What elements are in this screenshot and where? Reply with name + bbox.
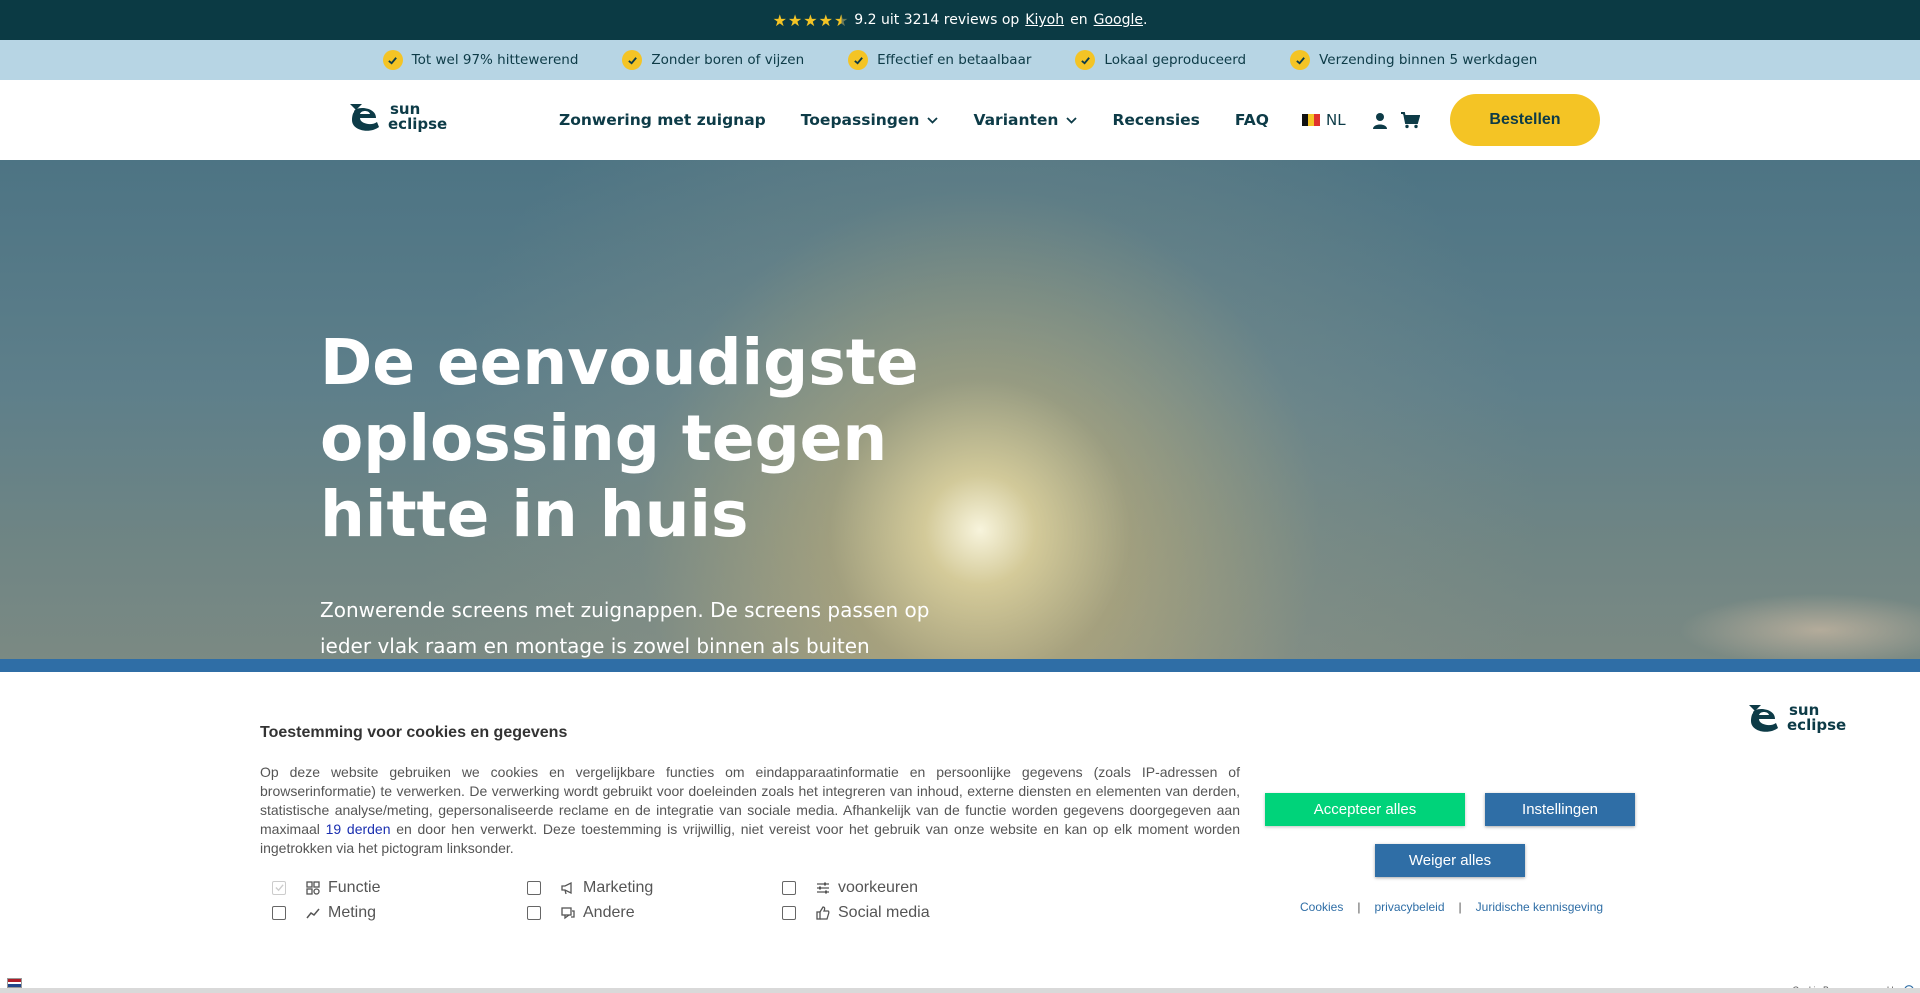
option-label: voorkeuren [838, 878, 919, 896]
logo-text-eclipse: eclipse [1787, 716, 1847, 734]
check-icon [622, 50, 643, 70]
usp-item: Zonder boren of vijzen [622, 50, 804, 70]
option-meting[interactable]: Meting [272, 904, 527, 921]
usp-label: Tot wel 97% hittewerend [411, 52, 579, 68]
check-icon [382, 50, 403, 70]
third-parties-link[interactable]: 19 derden [326, 821, 391, 837]
nav-item-varianten[interactable]: Varianten [973, 111, 1078, 129]
nav-item-zonwering[interactable]: Zonwering met zuignap [559, 111, 766, 129]
logo-mark-icon [1749, 705, 1778, 732]
option-label: Andere [583, 903, 635, 921]
half-star-icon: ★ [833, 10, 849, 30]
site-header: sun eclipse Zonwering met zuignap Toepas… [0, 80, 1920, 160]
review-bar: ★ ★ ★ ★ ★ 9.2 uit 3214 reviews op Kiyoh … [0, 0, 1920, 40]
sliders-icon [817, 882, 829, 893]
usp-item: Verzending binnen 5 werkdagen [1290, 50, 1537, 70]
star-icon: ★ [787, 10, 803, 30]
nav-item-faq[interactable]: FAQ [1235, 111, 1269, 129]
bottom-strip [0, 988, 1920, 993]
usp-label: Lokaal geproduceerd [1104, 52, 1247, 68]
order-button[interactable]: Bestellen [1450, 94, 1600, 146]
chevron-down-icon [1066, 116, 1078, 124]
language-switcher[interactable]: NL [1302, 80, 1346, 160]
nav-label: Recensies [1112, 111, 1200, 129]
option-social-media[interactable]: Social media [782, 904, 1037, 921]
nav-item-recensies[interactable]: Recensies [1112, 111, 1199, 129]
rating-suffix: . [1142, 12, 1148, 28]
kiyoh-link[interactable]: Kiyoh [1025, 12, 1064, 28]
settings-button[interactable]: Instellingen [1485, 793, 1635, 826]
logo-text-eclipse: eclipse [388, 115, 448, 133]
checkbox-voorkeuren[interactable] [782, 880, 796, 895]
cookies-link[interactable]: Cookies [1300, 900, 1343, 914]
function-icon [306, 880, 320, 895]
checkbox-marketing[interactable] [527, 880, 541, 895]
usp-label: Effectief en betaalbaar [877, 52, 1032, 68]
cookie-links: Cookies | privacybeleid | Juridische ken… [1300, 900, 1603, 914]
option-label: Functie [328, 878, 381, 896]
option-functie[interactable]: Functie [272, 879, 527, 896]
language-flag-icon[interactable] [7, 978, 22, 988]
link-separator: | [1357, 900, 1361, 914]
check-icon [848, 50, 869, 70]
usp-bar: Tot wel 97% hittewerend Zonder boren of … [0, 40, 1920, 80]
nav-label: Zonwering met zuignap [559, 111, 766, 129]
belgium-flag-icon [1302, 114, 1320, 126]
consent-options: Functie Marketing voorkeuren Meting Ande… [272, 879, 1037, 921]
hero-section: De eenvoudigste oplossing tegen hitte in… [0, 160, 1920, 670]
usp-label: Verzending binnen 5 werkdagen [1319, 52, 1538, 68]
option-marketing[interactable]: Marketing [527, 879, 782, 896]
site-logo[interactable]: sun eclipse [346, 98, 447, 136]
cookie-text-part2: en door hen verwerkt. Deze toestemming i… [260, 821, 1241, 856]
privacy-link[interactable]: privacybeleid [1374, 900, 1444, 914]
star-icon: ★ [818, 10, 833, 30]
legal-notice-link[interactable]: Juridische kennisgeving [1476, 900, 1603, 914]
star-icon: ★ [803, 10, 818, 30]
option-label: Meting [328, 903, 377, 921]
megaphone-icon [561, 881, 572, 894]
account-icon[interactable] [1370, 110, 1390, 130]
link-separator: | [1458, 900, 1462, 914]
cookie-banner-logo: sun eclipse [1745, 699, 1846, 737]
nav-label: FAQ [1234, 111, 1269, 129]
cookie-banner: Toestemming voor cookies en gegevens Op … [0, 659, 1920, 993]
main-nav: Zonwering met zuignap Toepassingen Varia… [559, 80, 1269, 160]
rating-and: en [1070, 12, 1088, 28]
accept-all-button[interactable]: Accepteer alles [1265, 793, 1465, 826]
cookie-title: Toestemming voor cookies en gegevens [260, 724, 568, 741]
language-label: NL [1326, 111, 1346, 129]
option-label: Marketing [583, 878, 654, 896]
nav-label: Varianten [973, 111, 1059, 129]
checkbox-meting[interactable] [272, 905, 286, 920]
check-icon [1290, 50, 1311, 70]
cookie-text: Op deze website gebruiken we cookies en … [260, 763, 1240, 858]
usp-item: Effectief en betaalbaar [848, 50, 1031, 70]
rating-stars: ★ ★ ★ ★ ★ [773, 11, 849, 30]
checkbox-andere[interactable] [527, 905, 541, 920]
usp-label: Zonder boren of vijzen [651, 52, 805, 68]
reject-all-button[interactable]: Weiger alles [1375, 844, 1525, 877]
chat-icon [561, 906, 575, 919]
option-voorkeuren[interactable]: voorkeuren [782, 879, 1037, 896]
cart-icon[interactable] [1400, 110, 1420, 130]
option-label: Social media [838, 903, 930, 921]
option-andere[interactable]: Andere [527, 904, 782, 921]
rating-text: 9.2 uit 3214 reviews op [854, 12, 1020, 28]
usp-item: Tot wel 97% hittewerend [382, 50, 579, 70]
chart-icon [306, 908, 320, 918]
hero-title: De eenvoudigste oplossing tegen hitte in… [320, 326, 919, 551]
chevron-down-icon [927, 116, 939, 124]
nav-label: Toepassingen [800, 111, 920, 129]
checkbox-social-media[interactable] [782, 905, 796, 920]
thumbs-up-icon [816, 905, 830, 920]
star-icon: ★ [772, 10, 787, 30]
nav-item-toepassingen[interactable]: Toepassingen [801, 111, 939, 129]
google-link[interactable]: Google [1094, 12, 1143, 28]
check-icon [1075, 50, 1096, 70]
checkbox-functie [272, 880, 286, 895]
usp-item: Lokaal geproduceerd [1075, 50, 1246, 70]
logo-mark-icon [350, 104, 379, 131]
